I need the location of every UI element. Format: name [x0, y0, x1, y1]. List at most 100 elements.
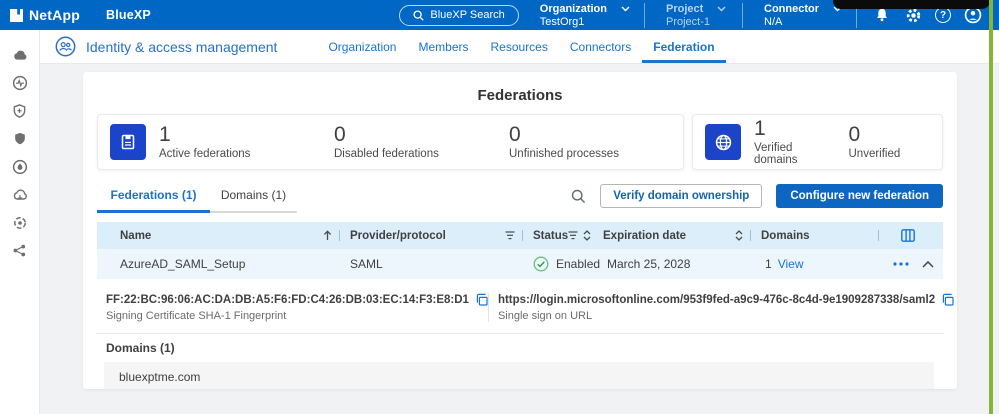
column-header-name[interactable]: Name: [97, 222, 342, 249]
chevron-down-icon: [717, 6, 726, 12]
connector-selector[interactable]: Connector N/A: [764, 3, 842, 28]
stat-unverified-domains: 0 Unverified: [849, 124, 931, 160]
stat-label: Unfinished processes: [509, 148, 671, 160]
tab-members[interactable]: Members: [407, 30, 479, 63]
table-header-row: Name Provider/protocol Status: [97, 222, 943, 249]
page-tabs: Organization Members Resources Connector…: [317, 30, 725, 63]
tab-resources[interactable]: Resources: [480, 30, 559, 63]
verify-domain-ownership-button[interactable]: Verify domain ownership: [600, 184, 762, 208]
status-text: Enabled: [556, 257, 600, 271]
column-label: Domains: [761, 230, 810, 242]
tab-federations-list[interactable]: Federations (1): [97, 188, 210, 213]
column-settings-cell: [881, 222, 943, 249]
organization-label: Organization: [540, 3, 607, 15]
stat-value: 1: [159, 124, 321, 145]
filter-icon[interactable]: [505, 231, 515, 240]
status-enabled-check-icon: [533, 256, 549, 272]
help-glyph: ?: [940, 10, 946, 21]
organization-selector[interactable]: Organization TestOrg1: [540, 3, 630, 28]
search-icon: [413, 10, 424, 21]
connector-value: N/A: [764, 16, 842, 28]
table-search-icon[interactable]: [571, 189, 586, 204]
filter-icon[interactable]: [568, 231, 578, 240]
help-icon[interactable]: ?: [935, 7, 951, 23]
column-header-provider[interactable]: Provider/protocol: [342, 222, 525, 249]
product-name: BlueXP: [106, 8, 151, 22]
topbar-divider: [742, 3, 743, 28]
stat-disabled-federations: 0 Disabled federations: [334, 124, 496, 160]
cell-provider: SAML: [342, 249, 525, 279]
shield-security-icon[interactable]: [11, 130, 28, 147]
shield-plus-protection-icon[interactable]: [11, 102, 28, 119]
bluexp-app-window: NetApp BlueXP BlueXP Search Organization…: [0, 0, 999, 414]
configure-new-federation-button[interactable]: Configure new federation: [776, 184, 943, 208]
stat-label: Disabled federations: [334, 148, 496, 160]
copy-sso-url-icon[interactable]: [941, 293, 954, 306]
netapp-logo-icon: [10, 9, 23, 22]
tab-federation[interactable]: Federation: [642, 30, 725, 63]
extend-atom-icon[interactable]: [11, 214, 28, 231]
tab-domains-list[interactable]: Domains (1): [210, 188, 297, 213]
identity-access-icon: [55, 36, 76, 57]
project-value: Project-1: [666, 16, 728, 28]
governance-nodes-icon[interactable]: [11, 242, 28, 259]
page-header: Identity & access management Organizatio…: [40, 30, 999, 64]
federations-panel: Federations 1 Active federations 0 Disab…: [83, 72, 957, 389]
federations-heading: Federations: [83, 87, 957, 104]
table-actions: Verify domain ownership Configure new fe…: [571, 184, 943, 213]
column-label: Status: [533, 230, 568, 242]
stat-value: 0: [509, 124, 671, 145]
domains-section-heading: Domains (1): [106, 341, 957, 355]
stat-value: 1: [754, 118, 836, 139]
view-domains-link[interactable]: View: [778, 257, 804, 271]
project-selector[interactable]: Project Project-1: [666, 3, 728, 28]
stat-unfinished-processes: 0 Unfinished processes: [509, 124, 671, 160]
collapse-row-chevron-icon[interactable]: [922, 261, 934, 268]
sort-ascending-icon[interactable]: [323, 230, 332, 241]
domains-count: 1: [765, 257, 772, 271]
copy-fingerprint-icon[interactable]: [475, 293, 488, 306]
fingerprint-value: FF:22:BC:96:06:AC:DA:DB:A5:F6:FD:C4:26:D…: [106, 294, 469, 306]
federation-table-row[interactable]: AzureAD_SAML_Setup SAML Enabled March 25…: [97, 249, 943, 279]
domain-name: bluexptme.com: [119, 370, 200, 384]
tab-connectors[interactable]: Connectors: [559, 30, 642, 63]
stat-verified-domains: 1 Verified domains: [754, 118, 836, 166]
bluexp-search-button[interactable]: BlueXP Search: [399, 5, 518, 26]
globe-icon: [705, 124, 741, 160]
stat-label: Active federations: [159, 148, 321, 160]
cloud-storage-icon[interactable]: [11, 46, 28, 63]
netapp-brand: NetApp: [10, 7, 80, 23]
left-nav-sidebar: [0, 30, 40, 414]
fingerprint-label: Signing Certificate SHA-1 Fingerprint: [106, 310, 488, 322]
tab-organization[interactable]: Organization: [317, 30, 407, 63]
health-monitor-icon[interactable]: [11, 74, 28, 91]
column-header-domains[interactable]: Domains: [753, 222, 881, 249]
stat-active-federations: 1 Active federations: [159, 124, 321, 160]
manage-columns-icon[interactable]: [901, 229, 915, 242]
column-header-expiration[interactable]: Expiration date: [595, 222, 753, 249]
federations-tabs-row: Federations (1) Domains (1) Verify domai…: [97, 184, 943, 213]
stat-value: 0: [849, 124, 931, 145]
domain-list-item: bluexptme.com: [104, 362, 934, 389]
observability-flame-icon[interactable]: [11, 158, 28, 175]
domains-summary-card: 1 Verified domains 0 Unverified: [692, 114, 943, 170]
sso-url-label: Single sign on URL: [498, 310, 954, 322]
federations-table: Name Provider/protocol Status: [97, 222, 943, 279]
kebab-menu-icon[interactable]: [893, 262, 909, 266]
cell-row-actions: [881, 249, 948, 279]
cell-name: AzureAD_SAML_Setup: [97, 249, 342, 279]
brand-name: NetApp: [29, 7, 80, 23]
cloud-mobility-icon[interactable]: [11, 186, 28, 203]
stat-label: Verified domains: [754, 142, 836, 166]
stat-value: 0: [334, 124, 496, 145]
column-label: Provider/protocol: [350, 230, 446, 242]
column-header-status[interactable]: Status: [525, 222, 595, 249]
sso-url-value: https://login.microsoftonline.com/953f9f…: [498, 294, 935, 306]
federation-document-icon: [110, 124, 146, 160]
topbar-divider: [644, 3, 645, 28]
search-label: BlueXP Search: [430, 9, 504, 21]
sort-icon[interactable]: [583, 230, 591, 241]
sort-icon[interactable]: [735, 230, 743, 241]
details-divider: [96, 333, 944, 334]
cell-domains: 1 View: [753, 249, 881, 279]
